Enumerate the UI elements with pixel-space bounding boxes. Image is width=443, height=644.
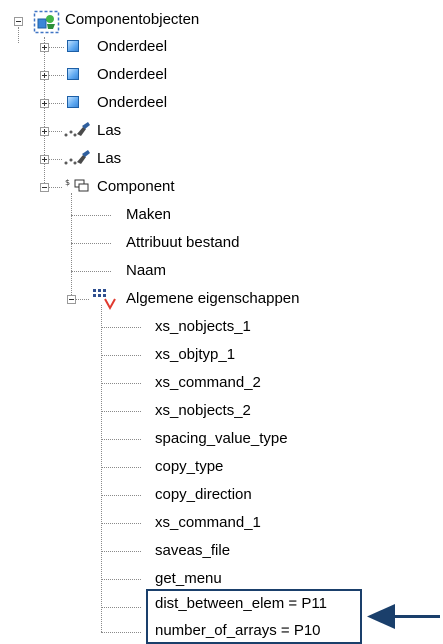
tree-item-weld[interactable]: Las (97, 122, 121, 140)
properties-icon (93, 289, 116, 311)
expand-icon[interactable] (40, 99, 49, 108)
object-tree: Componentobjecten Onderdeel Onderdeel On… (0, 0, 443, 644)
tree-connector (101, 551, 141, 552)
part-icon (67, 68, 79, 80)
tree-item-make[interactable]: Maken (126, 206, 171, 224)
arrow-shaft (392, 615, 440, 618)
tree-connector (101, 495, 141, 496)
tree-connector (71, 271, 111, 272)
tree-connector (101, 355, 141, 356)
component-icon: $ (65, 178, 89, 192)
tree-item-component[interactable]: Component (97, 178, 175, 196)
tree-item-part[interactable]: Onderdeel (97, 38, 167, 56)
tree-item-part[interactable]: Onderdeel (97, 66, 167, 84)
svg-text:$: $ (65, 178, 70, 187)
tree-connector (101, 327, 141, 328)
collapse-icon[interactable] (14, 17, 23, 26)
tree-connector (101, 383, 141, 384)
weld-icon (64, 122, 90, 137)
tree-item-part[interactable]: Onderdeel (97, 94, 167, 112)
property-item[interactable]: copy_type (155, 458, 223, 476)
collapse-icon[interactable] (40, 183, 49, 192)
tree-item-attribute-file[interactable]: Attribuut bestand (126, 234, 239, 252)
tree-connector (101, 467, 141, 468)
property-item[interactable]: spacing_value_type (155, 430, 288, 448)
property-item[interactable]: xs_command_1 (155, 514, 261, 532)
tree-connector (71, 243, 111, 244)
property-item[interactable]: get_menu (155, 570, 222, 588)
arrow-left-icon (367, 604, 395, 629)
tree-item-name[interactable]: Naam (126, 262, 166, 280)
part-icon (67, 96, 79, 108)
tree-connector (101, 632, 141, 633)
tree-connector (101, 579, 141, 580)
collapse-icon[interactable] (67, 295, 76, 304)
expand-icon[interactable] (40, 43, 49, 52)
property-item[interactable]: xs_nobjects_2 (155, 402, 251, 420)
property-item[interactable]: copy_direction (155, 486, 252, 504)
property-item[interactable]: xs_objtyp_1 (155, 346, 235, 364)
tree-connector (71, 215, 111, 216)
expand-icon[interactable] (40, 127, 49, 136)
tree-item-general-properties[interactable]: Algemene eigenschappen (126, 290, 299, 308)
tree-connector (101, 607, 141, 608)
tree-item-weld[interactable]: Las (97, 150, 121, 168)
property-item[interactable]: xs_command_2 (155, 374, 261, 392)
tree-connector (101, 411, 141, 412)
property-item[interactable]: saveas_file (155, 542, 230, 560)
expand-icon[interactable] (40, 155, 49, 164)
tree-guide-line (71, 193, 72, 301)
component-objects-icon (33, 10, 60, 34)
tree-connector (101, 523, 141, 524)
property-item[interactable]: xs_nobjects_1 (155, 318, 251, 336)
expand-icon[interactable] (40, 71, 49, 80)
tree-root-label[interactable]: Componentobjecten (65, 11, 199, 29)
part-icon (67, 40, 79, 52)
highlight-box (146, 589, 362, 644)
tree-guide-line (18, 27, 19, 43)
tree-connector (101, 439, 141, 440)
weld-icon (64, 150, 90, 165)
